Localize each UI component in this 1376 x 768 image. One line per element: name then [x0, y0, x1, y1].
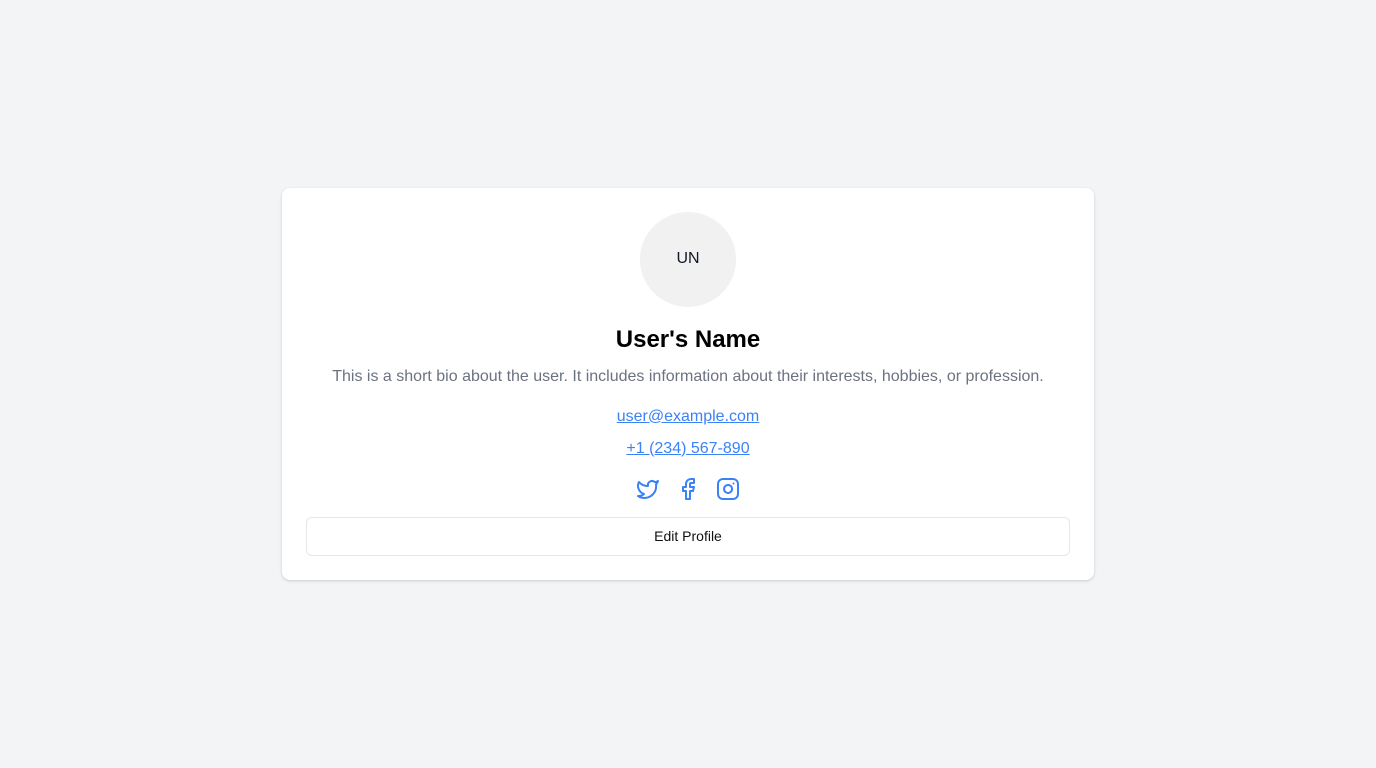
email-link[interactable]: user@example.com — [617, 405, 760, 429]
avatar: UN — [640, 212, 736, 307]
twitter-link[interactable] — [636, 477, 660, 501]
profile-card: UN User's Name This is a short bio about… — [282, 188, 1094, 580]
social-links — [636, 477, 740, 501]
instagram-icon — [717, 477, 739, 500]
profile-name: User's Name — [615, 325, 761, 353]
facebook-link[interactable] — [676, 477, 700, 501]
facebook-icon — [682, 477, 695, 500]
edit-profile-button[interactable]: Edit Profile — [306, 516, 1070, 556]
profile-bio: This is a short bio about the user. It i… — [332, 367, 1044, 385]
instagram-link[interactable] — [716, 477, 740, 501]
phone-link[interactable]: +1 (234) 567-890 — [626, 437, 749, 461]
twitter-icon — [637, 479, 659, 499]
avatar-initials: UN — [676, 250, 700, 268]
